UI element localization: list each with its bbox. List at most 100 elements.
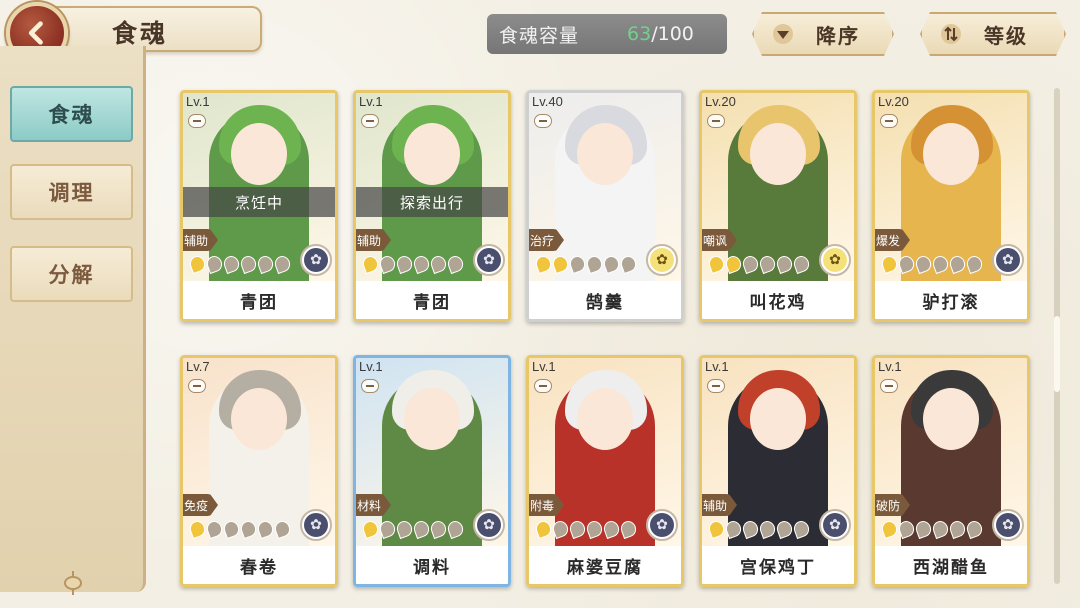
level-label: Lv.40 — [532, 94, 563, 109]
sort-by-level-button[interactable]: 等级 — [920, 12, 1066, 56]
star-rating — [879, 518, 985, 540]
star-icon — [550, 253, 571, 275]
star-icon — [930, 253, 951, 275]
sort-by-level-label: 等级 — [984, 23, 1028, 48]
star-icon — [377, 518, 398, 540]
tab-food-souls[interactable]: 食魂 — [10, 86, 133, 142]
star-icon — [706, 253, 727, 275]
star-icon — [723, 518, 744, 540]
capacity-label: 食魂容量 — [499, 24, 580, 47]
star-icon — [377, 253, 398, 275]
star-icon — [584, 253, 605, 275]
star-icon — [445, 518, 466, 540]
element-emblem-icon: ✿ — [992, 509, 1024, 541]
tab-decompose[interactable]: 分解 — [10, 246, 133, 302]
level-label: Lv.1 — [878, 359, 902, 374]
sort-order-button[interactable]: 降序 — [752, 12, 894, 56]
star-icon — [272, 518, 293, 540]
level-label: Lv.1 — [186, 94, 210, 109]
star-icon — [428, 518, 449, 540]
top-bar: 食魂 食魂容量 63 /100 降序 等级 — [0, 0, 1080, 68]
star-icon — [204, 253, 225, 275]
star-icon — [947, 253, 968, 275]
sidebar: 食魂 调理 分解 — [0, 46, 146, 595]
food-soul-name: 青团 — [353, 281, 511, 319]
lock-toggle-icon[interactable] — [707, 114, 725, 128]
food-soul-name: 叫花鸡 — [699, 281, 857, 319]
star-rating — [187, 253, 293, 275]
scrollbar[interactable] — [1054, 88, 1060, 584]
food-soul-card[interactable]: Lv.20 嘲讽 ✿ 叫花鸡 — [699, 90, 857, 322]
role-badge: 嘲讽 — [699, 229, 737, 251]
star-icon — [774, 518, 795, 540]
star-icon — [791, 518, 812, 540]
star-icon — [740, 253, 761, 275]
star-icon — [947, 518, 968, 540]
star-icon — [584, 518, 605, 540]
star-icon — [601, 253, 622, 275]
star-icon — [550, 518, 571, 540]
star-icon — [360, 518, 381, 540]
food-soul-card[interactable]: Lv.1 探索出行 辅助 ✿ 青团 — [353, 90, 511, 322]
star-icon — [238, 253, 259, 275]
food-soul-card[interactable]: Lv.20 爆发 ✿ 驴打滚 — [872, 90, 1030, 322]
capacity-max: /100 — [651, 23, 694, 45]
food-soul-card[interactable]: Lv.7 免疫 ✿ 春卷 — [180, 355, 338, 587]
element-emblem-icon: ✿ — [300, 244, 332, 276]
triangle-down-icon — [772, 23, 794, 45]
status-overlay: 探索出行 — [356, 187, 508, 217]
sort-arrows-icon — [940, 23, 962, 45]
role-badge: 辅助 — [180, 229, 218, 251]
food-soul-card[interactable]: Lv.1 辅助 ✿ 宫保鸡丁 — [699, 355, 857, 587]
food-soul-name: 麻婆豆腐 — [526, 546, 684, 584]
food-soul-name: 西湖醋鱼 — [872, 546, 1030, 584]
lock-toggle-icon[interactable] — [361, 114, 379, 128]
star-icon — [913, 253, 934, 275]
element-emblem-icon: ✿ — [473, 244, 505, 276]
food-soul-card[interactable]: Lv.40 治疗 ✿ 鹄羹 — [526, 90, 684, 322]
capacity-display: 食魂容量 63 /100 — [487, 14, 727, 54]
star-icon — [618, 518, 639, 540]
lock-toggle-icon[interactable] — [188, 379, 206, 393]
star-icon — [601, 518, 622, 540]
capacity-current: 63 — [627, 23, 652, 45]
lock-toggle-icon[interactable] — [880, 114, 898, 128]
star-icon — [567, 518, 588, 540]
scrollbar-thumb[interactable] — [1054, 316, 1060, 392]
star-rating — [533, 253, 639, 275]
level-label: Lv.20 — [878, 94, 909, 109]
page-title: 食魂 — [112, 19, 169, 48]
food-soul-card[interactable]: Lv.1 破防 ✿ 西湖醋鱼 — [872, 355, 1030, 587]
star-icon — [272, 253, 293, 275]
star-icon — [896, 253, 917, 275]
lock-toggle-icon[interactable] — [361, 379, 379, 393]
star-icon — [774, 253, 795, 275]
role-badge: 爆发 — [872, 229, 910, 251]
lock-toggle-icon[interactable] — [188, 114, 206, 128]
element-emblem-icon: ✿ — [473, 509, 505, 541]
lock-toggle-icon[interactable] — [880, 379, 898, 393]
star-icon — [360, 253, 381, 275]
tab-conditioning[interactable]: 调理 — [10, 164, 133, 220]
level-label: Lv.1 — [532, 359, 556, 374]
star-icon — [533, 253, 554, 275]
lock-toggle-icon[interactable] — [707, 379, 725, 393]
chevron-left-icon — [28, 21, 43, 45]
star-icon — [896, 518, 917, 540]
star-icon — [791, 253, 812, 275]
food-soul-card[interactable]: Lv.1 材料 ✿ 调料 — [353, 355, 511, 587]
star-icon — [187, 518, 208, 540]
star-icon — [723, 253, 744, 275]
role-badge: 治疗 — [526, 229, 564, 251]
food-soul-card[interactable]: Lv.1 烹饪中 辅助 ✿ 青团 — [180, 90, 338, 322]
lock-toggle-icon[interactable] — [534, 114, 552, 128]
food-soul-card[interactable]: Lv.1 附毒 ✿ 麻婆豆腐 — [526, 355, 684, 587]
food-soul-name: 青团 — [180, 281, 338, 319]
star-icon — [879, 518, 900, 540]
star-icon — [964, 518, 985, 540]
star-icon — [204, 518, 225, 540]
role-badge: 辅助 — [699, 494, 737, 516]
lock-toggle-icon[interactable] — [534, 379, 552, 393]
star-icon — [964, 253, 985, 275]
sort-order-label: 降序 — [816, 23, 860, 48]
